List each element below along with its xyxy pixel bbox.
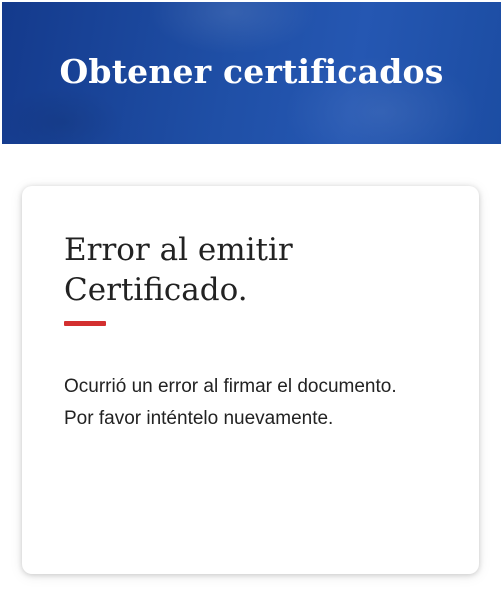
title-accent-bar xyxy=(64,321,106,326)
header-banner: Obtener certificados xyxy=(2,2,501,144)
page: Obtener certificados Error al emitir Cer… xyxy=(0,0,501,593)
error-title: Error al emitir Certificado. xyxy=(64,232,293,308)
error-message: Ocurrió un error al firmar el documento.… xyxy=(64,376,397,429)
error-card: Error al emitir Certificado. Ocurrió un … xyxy=(22,186,479,574)
page-title: Obtener certificados xyxy=(59,52,444,91)
